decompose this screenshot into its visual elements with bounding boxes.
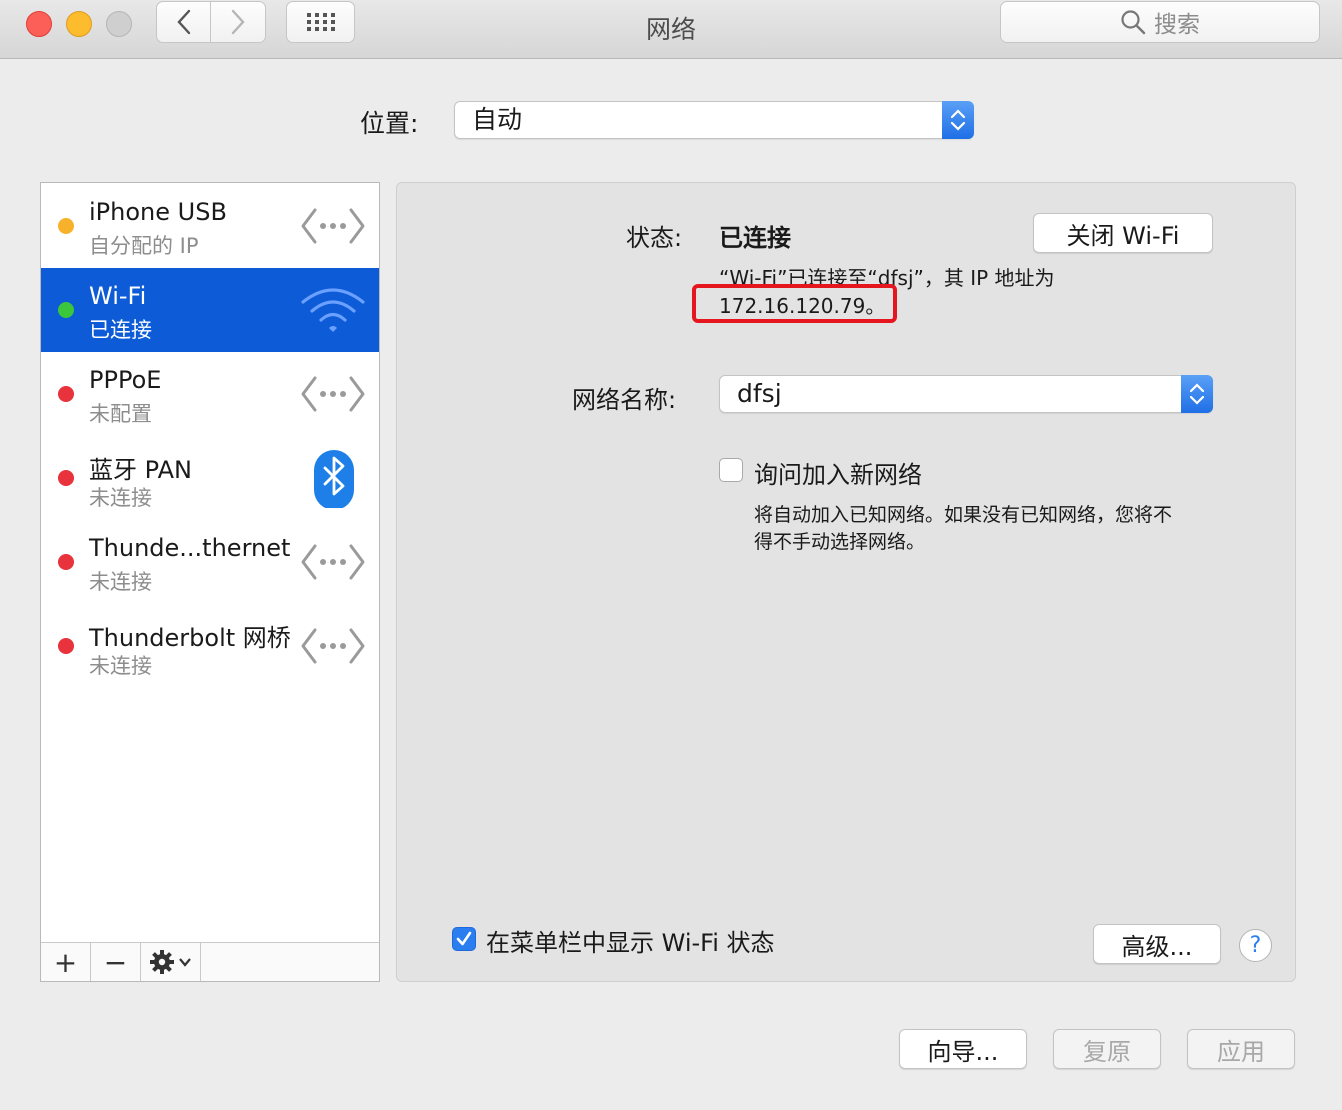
service-status: 已连接 — [89, 318, 152, 342]
checkmark-icon — [456, 931, 472, 946]
status-dot — [58, 386, 74, 402]
ip-highlight-box — [692, 284, 897, 323]
minus-icon: − — [103, 945, 128, 979]
service-status: 未连接 — [89, 570, 152, 594]
question-mark-icon: ? — [1249, 933, 1262, 958]
ask-join-label: 询问加入新网络 — [754, 461, 922, 489]
network-name-popup[interactable]: dfsj — [719, 375, 1213, 413]
search-icon — [1121, 10, 1146, 35]
ethernet-arrows-icon — [301, 544, 365, 580]
ethernet-arrows-icon — [301, 208, 365, 244]
service-name: Thunderbolt 网桥 — [89, 624, 291, 652]
network-name-label: 网络名称: — [572, 386, 677, 414]
wifi-icon — [301, 288, 365, 332]
status-dot — [58, 470, 74, 486]
revert-button[interactable]: 复原 — [1053, 1029, 1161, 1069]
location-label: 位置: — [360, 109, 419, 138]
show-menubar-checkbox[interactable] — [452, 927, 476, 951]
service-item-pppoe[interactable]: PPPoE 未配置 — [41, 352, 379, 436]
status-dot — [58, 554, 74, 570]
service-status: 未连接 — [89, 486, 152, 510]
advanced-button[interactable]: 高级... — [1093, 924, 1221, 964]
bluetooth-icon — [314, 450, 354, 508]
status-label: 状态: — [626, 224, 683, 252]
apply-button[interactable]: 应用 — [1187, 1029, 1295, 1069]
ask-join-checkbox[interactable] — [719, 458, 743, 482]
service-name: 蓝牙 PAN — [89, 456, 192, 484]
service-item-bluetooth-pan[interactable]: 蓝牙 PAN 未连接 — [41, 436, 379, 520]
popup-stepper-icon — [1181, 375, 1213, 413]
show-menubar-label: 在菜单栏中显示 Wi-Fi 状态 — [486, 929, 775, 957]
status-dot — [58, 218, 74, 234]
plus-icon: + — [53, 945, 78, 979]
service-list-toolbar: + − — [41, 942, 379, 981]
remove-service-button[interactable]: − — [91, 943, 141, 981]
gear-icon — [150, 950, 174, 974]
ask-join-description-line2: 得不手动选择网络。 — [754, 531, 926, 553]
service-item-thunderbolt-bridge[interactable]: Thunderbolt 网桥 未连接 — [41, 604, 379, 688]
service-status: 自分配的 IP — [89, 234, 199, 258]
location-value: 自动 — [472, 105, 523, 134]
add-service-button[interactable]: + — [41, 943, 91, 981]
search-placeholder: 搜索 — [1154, 12, 1200, 38]
service-name: iPhone USB — [89, 198, 227, 226]
ask-join-description-line1: 将自动加入已知网络。如果没有已知网络，您将不 — [754, 504, 1173, 526]
service-name: Wi-Fi — [89, 282, 147, 310]
service-actions-button[interactable] — [141, 943, 201, 981]
service-name: Thunde...thernet — [89, 534, 291, 562]
status-dot — [58, 638, 74, 654]
service-item-thunderbolt-ethernet[interactable]: Thunde...thernet 未连接 — [41, 520, 379, 604]
popup-stepper-icon — [942, 101, 974, 139]
title-bar: 网络 搜索 — [0, 0, 1342, 59]
turn-off-wifi-button[interactable]: 关闭 Wi-Fi — [1033, 213, 1213, 253]
status-dot — [58, 302, 74, 318]
location-popup[interactable]: 自动 — [454, 101, 974, 139]
help-button[interactable]: ? — [1239, 929, 1272, 962]
status-value: 已连接 — [719, 224, 791, 252]
assist-button[interactable]: 向导... — [899, 1029, 1027, 1069]
service-list: iPhone USB 自分配的 IP Wi-Fi 已连接 PPPoE 未配置 蓝… — [40, 182, 380, 982]
service-status: 未配置 — [89, 402, 152, 426]
service-name: PPPoE — [89, 366, 162, 394]
search-field[interactable]: 搜索 — [1000, 1, 1320, 43]
ethernet-arrows-icon — [301, 628, 365, 664]
service-item-wifi[interactable]: Wi-Fi 已连接 — [41, 268, 379, 352]
service-item-iphone-usb[interactable]: iPhone USB 自分配的 IP — [41, 184, 379, 268]
network-name-value: dfsj — [737, 379, 782, 408]
service-status: 未连接 — [89, 654, 152, 678]
chevron-down-icon — [179, 958, 191, 967]
ethernet-arrows-icon — [301, 376, 365, 412]
